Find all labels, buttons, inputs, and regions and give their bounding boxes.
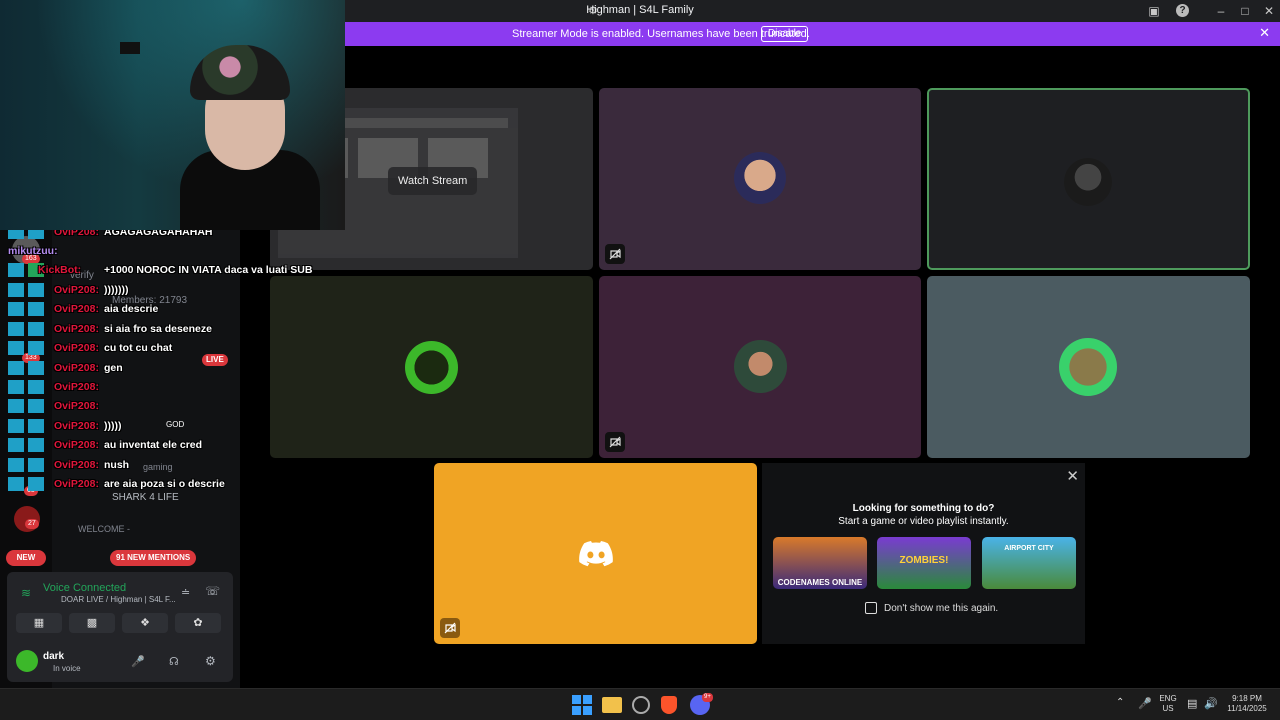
watch-stream-button[interactable]: Watch Stream (388, 167, 478, 195)
activity-title: Looking for something to do? (852, 503, 995, 514)
signal-icon: ≋ (21, 586, 32, 600)
inbox-icon[interactable]: ▣ (1146, 3, 1162, 19)
minimize-icon[interactable]: – (1213, 3, 1229, 19)
participant-avatar (1064, 158, 1112, 206)
participant-avatar (734, 340, 787, 393)
tray-chevron-icon[interactable]: ⌃ (1116, 697, 1124, 708)
dont-show-label: Don't show me this again. (884, 603, 999, 614)
screen-share-button[interactable]: ▩ (69, 613, 115, 633)
mention-badge: 27 (25, 519, 39, 529)
participant-avatar (405, 341, 458, 394)
chat-line: OviP208: cu tot cu chat (0, 338, 340, 358)
headphones-icon[interactable]: ☊ (169, 655, 179, 668)
voice-channel-name[interactable]: DOAR LIVE / Highman | S4L F... (61, 595, 176, 604)
tray-microphone-icon[interactable]: 🎤 (1138, 697, 1152, 710)
game-card-airport-city[interactable]: AIRPORT CITY (982, 537, 1076, 589)
stream-chat-overlay: OviP208: AGAGAGAGAHAHAH mikutzuu: KickBot… (0, 222, 340, 492)
volume-icon[interactable]: 🔊 (1204, 697, 1218, 710)
discord-logo-icon (579, 541, 613, 567)
settings-icon[interactable]: ⚙ (205, 654, 216, 668)
participant-tile[interactable] (599, 88, 921, 270)
activity-close-icon[interactable]: ✕ (1066, 467, 1079, 485)
new-badge[interactable]: NEW (6, 550, 46, 566)
maximize-icon[interactable]: □ (1237, 3, 1253, 19)
camera-off-icon (605, 244, 625, 264)
chat-line: OviP208: aia descrie (0, 299, 340, 319)
camera-button[interactable]: ▦ (16, 613, 62, 633)
game-card-zombies[interactable]: ZOMBIES! (877, 537, 971, 589)
chat-line: OviP208: si aia fro sa deseneze (0, 319, 340, 339)
close-window-icon[interactable]: ✕ (1261, 3, 1277, 19)
chat-line: OviP208: au inventat ele cred (0, 435, 340, 455)
browser-icon[interactable] (632, 696, 650, 714)
noise-suppression-icon[interactable]: ≐ (181, 586, 190, 599)
file-explorer-icon[interactable] (602, 697, 622, 713)
new-mentions-badge[interactable]: 91 NEW MENTIONS (110, 550, 197, 566)
participant-avatar (1059, 338, 1117, 396)
dont-show-checkbox[interactable] (865, 602, 877, 614)
activity-panel: ✕ Looking for something to do? Start a g… (762, 463, 1085, 644)
language-indicator[interactable]: ENG US (1156, 694, 1180, 714)
brave-browser-icon[interactable] (661, 696, 677, 714)
disable-streamer-mode-button[interactable]: Disable (761, 26, 809, 42)
participant-tile-speaking[interactable] (927, 88, 1250, 270)
activity-subtitle: Start a game or video playlist instantly… (838, 516, 1009, 527)
help-icon[interactable]: ? (1176, 4, 1189, 17)
taskbar: 9+ ⌃ 🎤 ENG US ▤ 🔊 9:18 PM 11/14/2025 (0, 688, 1280, 720)
camera-off-icon (605, 432, 625, 452)
user-name: dark (43, 651, 65, 662)
participant-avatar (734, 152, 786, 204)
streamer-mode-banner: Streamer Mode is enabled. Usernames have… (345, 22, 1280, 46)
activities-button[interactable]: ❖ (122, 613, 168, 633)
chat-line: OviP208:))))))) (0, 280, 340, 300)
chat-line: OviP208: (0, 377, 340, 397)
disconnect-icon[interactable]: ☏ (205, 584, 220, 598)
webcam-overlay (0, 0, 345, 230)
user-status: In voice (53, 664, 81, 673)
microphone-icon[interactable]: 🎤 (131, 655, 145, 668)
voice-user-panel: ≋ Voice Connected DOAR LIVE / Highman | … (7, 572, 233, 682)
voice-status[interactable]: Voice Connected (43, 582, 126, 594)
banner-close-icon[interactable]: ✕ (1259, 25, 1270, 41)
user-avatar[interactable] (16, 650, 38, 672)
chat-line: OviP208: nush (0, 455, 340, 475)
chat-line: OviP208: gen (0, 358, 340, 378)
category-welcome[interactable]: WELCOME - (78, 524, 130, 534)
participant-tile[interactable] (599, 276, 921, 458)
notification-badge: 9+ (702, 693, 713, 702)
camera-off-icon (440, 618, 460, 638)
chat-line: OviP208: (0, 396, 340, 416)
participant-tile[interactable] (927, 276, 1250, 458)
chat-line: mikutzuu: (8, 245, 58, 257)
network-icon[interactable]: ▤ (1187, 697, 1197, 710)
self-video-tile[interactable] (434, 463, 757, 644)
chat-line: KickBot: +1000 NOROC IN VIATA daca va lua… (0, 260, 340, 280)
windows-start-icon[interactable] (572, 695, 592, 715)
game-card-codenames[interactable]: CODENAMES ONLINE (773, 537, 867, 589)
soundboard-button[interactable]: ✿ (175, 613, 221, 633)
chat-line: OviP208: are aia poza si o descrie (0, 474, 340, 494)
clock[interactable]: 9:18 PM 11/14/2025 (1222, 694, 1272, 714)
chat-line: OviP208:))))) (0, 416, 340, 436)
